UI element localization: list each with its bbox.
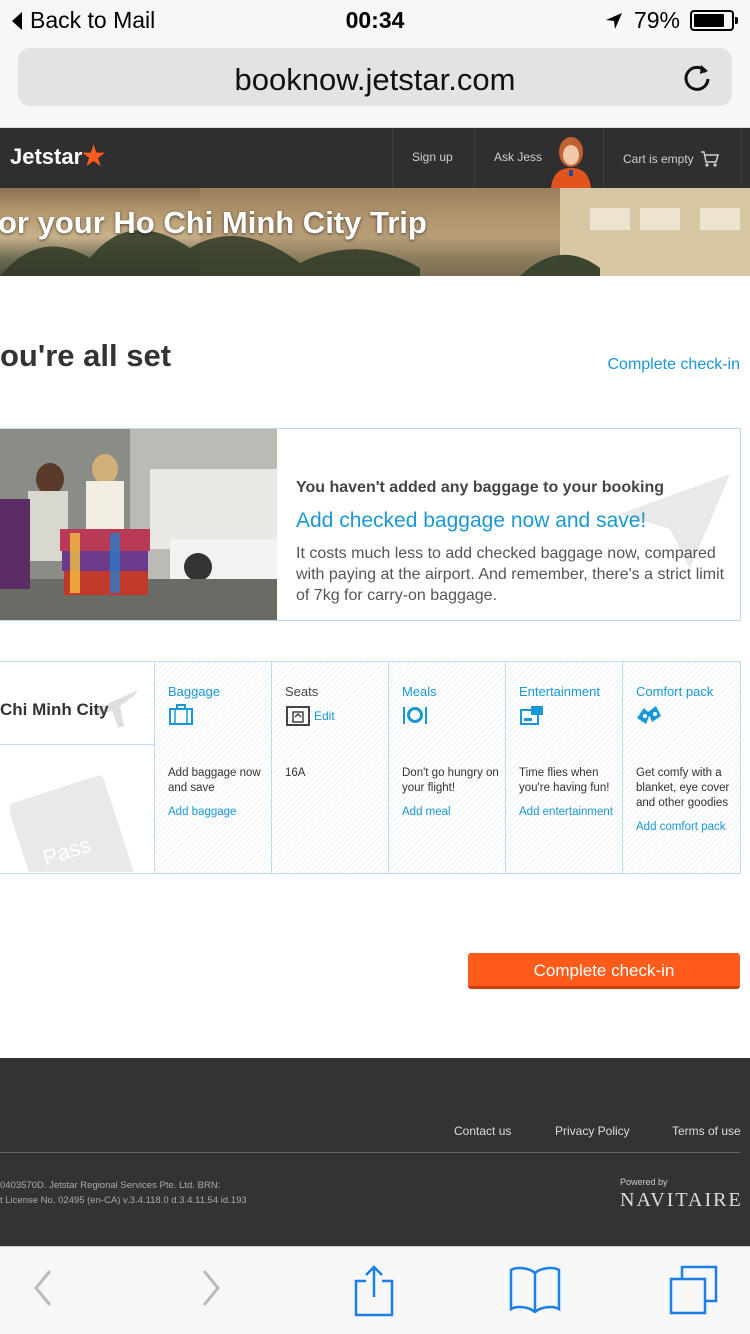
legal-line-1: 0403570D. Jetstar Regional Services Pte.… (0, 1180, 221, 1191)
baggage-promo-photo (0, 429, 277, 620)
nav-divider (741, 128, 742, 188)
comfort-pack-icon[interactable] (636, 704, 662, 726)
site-header: Jetstar ★ Sign up Ask Jess Cart is empty (0, 128, 750, 188)
battery-percent: 79% (633, 7, 680, 33)
comfort-pack-heading[interactable]: Comfort pack (636, 684, 713, 699)
edit-seat-link[interactable]: Edit (314, 709, 335, 723)
meal-description: Don't go hungry on your flight! Add meal (402, 766, 502, 820)
baggage-description: Add baggage now and save Add baggage (168, 766, 268, 820)
meals-heading[interactable]: Meals (402, 684, 437, 699)
entertainment-heading[interactable]: Entertainment (519, 684, 600, 699)
location-arrow-icon (605, 12, 622, 29)
browser-toolbar (0, 1246, 750, 1334)
powered-by-label: Powered by (620, 1177, 668, 1187)
address-bar[interactable]: booknow.jetstar.com (18, 48, 732, 106)
navitaire-logo: NAVITAIRE (620, 1189, 743, 1211)
service-column-entertainment: Entertainment Time flies when you're hav… (505, 662, 623, 873)
forward-chevron-icon[interactable] (198, 1265, 224, 1311)
seats-heading: Seats (285, 684, 319, 699)
add-baggage-link[interactable]: Add baggage (168, 805, 268, 820)
add-checked-baggage-link[interactable]: Add checked baggage now and save! (296, 509, 726, 533)
entertainment-body-text: Time flies when you're having fun! (519, 767, 610, 794)
complete-checkin-link[interactable]: Complete check-in (608, 356, 741, 374)
service-column-comfort-pack: Comfort pack Get comfy with a blanket, e… (622, 662, 740, 873)
battery-icon (690, 10, 738, 31)
baggage-body-text: Add baggage now and save (168, 767, 261, 794)
complete-checkin-button[interactable]: Complete check-in (468, 953, 740, 989)
comfort-pack-body-text: Get comfy with a blanket, eye cover and … (636, 767, 730, 809)
browser-url-area: booknow.jetstar.com (0, 40, 750, 128)
jetstar-logo[interactable]: Jetstar ★ (10, 140, 108, 173)
legal-line-2: t License No. 02495 (en-CA) v.3.4.118.0 … (0, 1195, 247, 1206)
flight-services-table: Chi Minh City Pass Baggage Add baggage n… (0, 661, 741, 874)
footer-legal-text: 0403570D. Jetstar Regional Services Pte.… (0, 1178, 247, 1208)
baggage-promo-text: You haven't added any baggage to your bo… (296, 479, 726, 606)
status-right-group: 79% (604, 7, 738, 34)
meal-icon[interactable] (402, 704, 428, 726)
reload-icon[interactable] (680, 60, 714, 94)
service-column-baggage: Baggage Add baggage now and save Add bag… (154, 662, 272, 873)
contact-us-link[interactable]: Contact us (454, 1124, 511, 1138)
url-text: booknow.jetstar.com (234, 62, 516, 97)
terms-of-use-link[interactable]: Terms of use (672, 1124, 741, 1138)
sign-up-link[interactable]: Sign up (412, 150, 453, 164)
bookmarks-icon[interactable] (508, 1265, 562, 1313)
baggage-promo-description: It costs much less to add checked baggag… (296, 545, 725, 604)
nav-divider (603, 128, 604, 188)
meal-body-text: Don't go hungry on your flight! (402, 767, 499, 794)
site-footer: Contact us Privacy Policy Terms of use 0… (0, 1058, 750, 1246)
entertainment-description: Time flies when you're having fun! Add e… (519, 766, 619, 820)
nav-divider (392, 128, 393, 188)
cart-icon (700, 151, 719, 167)
cart-link[interactable]: Cart is empty (623, 150, 720, 168)
back-chevron-icon[interactable] (30, 1265, 56, 1311)
star-icon: ★ (80, 140, 108, 173)
comfort-pack-description: Get comfy with a blanket, eye cover and … (636, 766, 736, 835)
seat-description: 16A (285, 766, 385, 781)
baggage-promo-card: You haven't added any baggage to your bo… (0, 428, 741, 621)
cart-label: Cart is empty (623, 152, 694, 166)
plane-watermark-icon (94, 690, 138, 728)
suitcase-icon[interactable] (168, 704, 194, 726)
logo-text: Jetstar (10, 144, 83, 169)
nav-divider (474, 128, 475, 188)
share-icon[interactable] (352, 1265, 396, 1317)
seat-icon (286, 706, 310, 726)
status-bar: Back to Mail 00:34 79% (0, 0, 750, 40)
baggage-heading[interactable]: Baggage (168, 684, 220, 699)
footer-divider (0, 1152, 740, 1153)
entertainment-icon[interactable] (519, 704, 545, 726)
service-column-meals: Meals Don't go hungry on your flight! Ad… (388, 662, 506, 873)
add-comfort-pack-link[interactable]: Add comfort pack (636, 820, 736, 835)
banner-title: or your Ho Chi Minh City Trip (0, 205, 427, 240)
baggage-promo-headline: You haven't added any baggage to your bo… (296, 479, 664, 496)
trip-banner: or your Ho Chi Minh City Trip (0, 188, 750, 276)
add-meal-link[interactable]: Add meal (402, 805, 502, 820)
boarding-pass-watermark-icon: Pass (10, 775, 135, 872)
jess-avatar[interactable] (543, 132, 599, 188)
privacy-policy-link[interactable]: Privacy Policy (555, 1124, 630, 1138)
service-column-seats: Seats Edit 16A (271, 662, 389, 873)
seat-number: 16A (285, 767, 306, 779)
page-title: ou're all set (0, 338, 172, 373)
ask-jess-link[interactable]: Ask Jess (494, 150, 542, 164)
tabs-icon[interactable] (668, 1265, 720, 1317)
add-entertainment-link[interactable]: Add entertainment (519, 805, 619, 820)
